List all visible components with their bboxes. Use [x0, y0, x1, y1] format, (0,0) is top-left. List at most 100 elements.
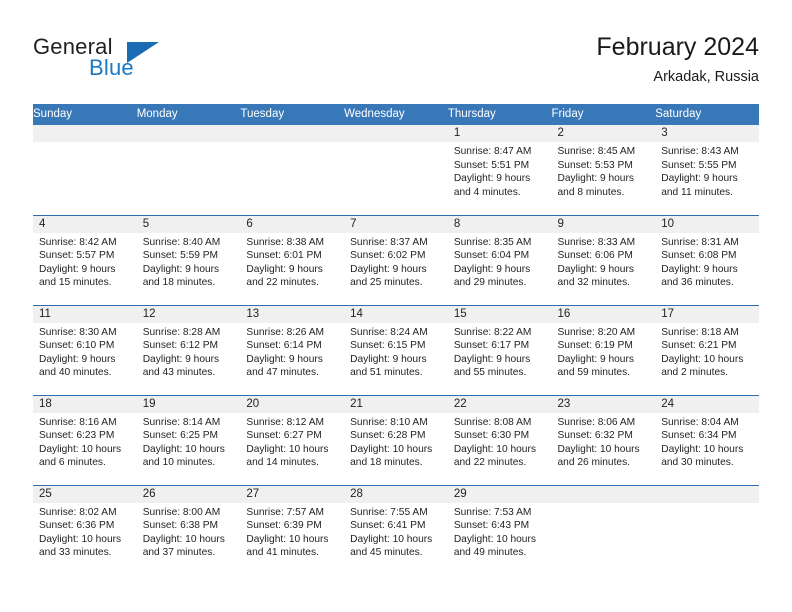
sunrise-time: Sunrise: 7:57 AM — [246, 506, 324, 518]
day-number: 11 — [33, 305, 137, 323]
calendar-day-cell[interactable]: 24 Sunrise: 8:04 AM Sunset: 6:34 PM Dayligh… — [655, 394, 759, 485]
weekday-header-tuesday: Tuesday — [240, 104, 345, 125]
calendar-day-cell[interactable]: 27 Sunrise: 7:57 AM Sunset: 6:39 PM Dayligh… — [240, 484, 345, 575]
calendar-day-cell[interactable]: 26 Sunrise: 8:00 AM Sunset: 6:38 PM Dayligh… — [136, 484, 241, 575]
daylight-duration-line2: and 15 minutes. — [39, 277, 112, 289]
daylight-duration-line1: Daylight: 9 hours — [39, 263, 116, 275]
sunset-time: Sunset: 6:04 PM — [453, 250, 530, 262]
calendar-day-cell[interactable]: 16 Sunrise: 8:20 AM Sunset: 6:19 PM Dayligh… — [551, 304, 656, 395]
calendar-day-cell[interactable]: 3 Sunrise: 8:43 AM Sunset: 5:55 PM Daylight… — [655, 125, 759, 215]
sunset-time: Sunset: 6:01 PM — [246, 250, 322, 262]
sunset-time: Sunset: 6:15 PM — [350, 340, 426, 352]
day-details: Sunrise: 8:04 AM Sunset: 6:34 PM Daylight:… — [655, 413, 759, 470]
daylight-duration-line1: Daylight: 9 hours — [39, 353, 116, 365]
calendar-day-cell[interactable]: 25 Sunrise: 8:02 AM Sunset: 6:36 PM Dayligh… — [33, 484, 137, 575]
calendar-day-cell[interactable]: 15 Sunrise: 8:22 AM Sunset: 6:17 PM Dayligh… — [447, 304, 552, 395]
sunset-time: Sunset: 6:38 PM — [142, 520, 219, 532]
day-number: 9 — [551, 215, 656, 233]
day-number: 6 — [240, 215, 345, 233]
day-details — [552, 503, 656, 506]
sunset-time: Sunset: 6:36 PM — [39, 520, 115, 532]
calendar-day-cell[interactable]: 23 Sunrise: 8:06 AM Sunset: 6:32 PM Dayligh… — [551, 394, 656, 485]
daylight-duration-line2: and 11 minutes. — [661, 186, 733, 198]
calendar-day-cell[interactable]: 10 Sunrise: 8:31 AM Sunset: 6:08 PM Dayligh… — [655, 214, 759, 305]
sunset-time: Sunset: 6:30 PM — [453, 430, 530, 442]
calendar-body: 1 Sunrise: 8:47 AM Sunset: 5:51 PM Daylight… — [33, 125, 759, 575]
general-blue-logo[interactable]: General Blue — [33, 34, 213, 90]
daylight-duration-line1: Daylight: 9 hours — [661, 263, 738, 275]
day-details: Sunrise: 8:45 AM Sunset: 5:53 PM Daylight:… — [552, 142, 656, 199]
calendar-day-cell[interactable]: 17 Sunrise: 8:18 AM Sunset: 6:21 PM Dayligh… — [655, 304, 759, 395]
sunset-time: Sunset: 6:25 PM — [142, 430, 219, 442]
sunrise-time: Sunrise: 8:26 AM — [246, 326, 324, 338]
calendar-day-cell[interactable]: 12 Sunrise: 8:28 AM Sunset: 6:12 PM Dayligh… — [136, 304, 241, 395]
calendar-day-cell[interactable]: 18 Sunrise: 8:16 AM Sunset: 6:23 PM Dayligh… — [33, 394, 137, 485]
calendar-day-cell[interactable]: 11 Sunrise: 8:30 AM Sunset: 6:10 PM Dayligh… — [33, 304, 137, 395]
daylight-duration-line1: Daylight: 10 hours — [39, 533, 122, 545]
sunrise-time: Sunrise: 8:06 AM — [557, 416, 636, 428]
sunrise-time: Sunrise: 8:16 AM — [39, 416, 117, 428]
calendar-day-cell[interactable]: 14 Sunrise: 8:24 AM Sunset: 6:15 PM Dayligh… — [344, 304, 448, 395]
daylight-duration-line1: Daylight: 10 hours — [661, 353, 744, 365]
calendar-day-cell[interactable]: 22 Sunrise: 8:08 AM Sunset: 6:30 PM Dayligh… — [447, 394, 552, 485]
daylight-duration-line1: Daylight: 9 hours — [350, 353, 427, 365]
calendar-day-cell[interactable]: 29 Sunrise: 7:53 AM Sunset: 6:43 PM Dayligh… — [447, 484, 552, 575]
day-details: Sunrise: 7:53 AM Sunset: 6:43 PM Daylight:… — [448, 503, 552, 560]
title-block: February 2024 Arkadak, Russia — [596, 30, 759, 88]
daylight-duration-line2: and 32 minutes. — [557, 277, 631, 289]
sunrise-time: Sunrise: 8:28 AM — [142, 326, 221, 338]
day-details — [655, 503, 759, 506]
weekday-header-wednesday: Wednesday — [344, 104, 448, 125]
sunset-time: Sunset: 6:12 PM — [142, 340, 219, 352]
calendar-day-cell[interactable]: 7 Sunrise: 8:37 AM Sunset: 6:02 PM Daylight… — [344, 214, 448, 305]
weekday-header-monday: Monday — [136, 104, 241, 125]
sunrise-time: Sunrise: 8:35 AM — [453, 236, 532, 248]
sunrise-time: Sunrise: 8:00 AM — [142, 506, 221, 518]
calendar-day-cell[interactable]: 21 Sunrise: 8:10 AM Sunset: 6:28 PM Dayligh… — [344, 394, 448, 485]
sunrise-time: Sunrise: 8:24 AM — [350, 326, 428, 338]
calendar-day-cell[interactable]: 8 Sunrise: 8:35 AM Sunset: 6:04 PM Daylight… — [447, 214, 552, 305]
day-details: Sunrise: 8:18 AM Sunset: 6:21 PM Daylight:… — [655, 323, 759, 380]
weekday-header-friday: Friday — [551, 104, 656, 125]
sunrise-time: Sunrise: 8:42 AM — [39, 236, 117, 248]
day-number: 10 — [655, 215, 759, 233]
calendar-day-cell[interactable]: 19 Sunrise: 8:14 AM Sunset: 6:25 PM Dayligh… — [136, 394, 241, 485]
sunrise-time: Sunrise: 8:37 AM — [350, 236, 428, 248]
calendar-day-cell[interactable]: 5 Sunrise: 8:40 AM Sunset: 5:59 PM Daylight… — [136, 214, 241, 305]
calendar-day-cell[interactable]: 6 Sunrise: 8:38 AM Sunset: 6:01 PM Daylight… — [240, 214, 345, 305]
day-number: 15 — [447, 305, 552, 323]
day-number — [136, 125, 241, 142]
day-details: Sunrise: 8:08 AM Sunset: 6:30 PM Daylight:… — [448, 413, 552, 470]
sunset-time: Sunset: 5:57 PM — [39, 250, 115, 262]
daylight-duration-line2: and 18 minutes. — [350, 457, 423, 469]
day-details: Sunrise: 8:02 AM Sunset: 6:36 PM Daylight:… — [33, 503, 137, 560]
calendar-day-cell[interactable]: 4 Sunrise: 8:42 AM Sunset: 5:57 PM Daylight… — [33, 214, 137, 305]
sunrise-sunset-calendar: Sunday Monday Tuesday Wednesday Thursday… — [33, 104, 759, 575]
sunrise-time: Sunrise: 8:43 AM — [661, 146, 739, 157]
day-number: 14 — [344, 305, 448, 323]
day-details: Sunrise: 8:10 AM Sunset: 6:28 PM Daylight:… — [344, 413, 448, 470]
location-subtitle: Arkadak, Russia — [653, 69, 759, 85]
daylight-duration-line1: Daylight: 9 hours — [246, 353, 323, 365]
daylight-duration-line1: Daylight: 10 hours — [453, 533, 536, 545]
calendar-day-cell[interactable]: 2 Sunrise: 8:45 AM Sunset: 5:53 PM Daylight… — [551, 125, 656, 215]
daylight-duration-line1: Daylight: 10 hours — [661, 443, 744, 455]
day-details: Sunrise: 8:20 AM Sunset: 6:19 PM Daylight:… — [552, 323, 656, 380]
day-number: 1 — [447, 125, 552, 142]
daylight-duration-line2: and 2 minutes. — [661, 367, 729, 379]
daylight-duration-line2: and 22 minutes. — [246, 277, 319, 289]
daylight-duration-line1: Daylight: 9 hours — [350, 263, 427, 275]
calendar-day-cell[interactable]: 9 Sunrise: 8:33 AM Sunset: 6:06 PM Daylight… — [551, 214, 656, 305]
day-number: 24 — [655, 395, 759, 413]
calendar-day-cell[interactable]: 1 Sunrise: 8:47 AM Sunset: 5:51 PM Daylight… — [447, 125, 552, 215]
calendar-day-cell[interactable]: 13 Sunrise: 8:26 AM Sunset: 6:14 PM Dayligh… — [240, 304, 345, 395]
calendar-bottom-rule — [33, 576, 759, 577]
calendar-week-row: 18 Sunrise: 8:16 AM Sunset: 6:23 PM Dayligh… — [33, 394, 759, 485]
calendar-day-cell[interactable]: 28 Sunrise: 7:55 AM Sunset: 6:41 PM Dayligh… — [344, 484, 448, 575]
daylight-duration-line2: and 22 minutes. — [453, 457, 527, 469]
daylight-duration-line2: and 10 minutes. — [142, 457, 216, 469]
calendar-day-cell[interactable]: 20 Sunrise: 8:12 AM Sunset: 6:27 PM Dayligh… — [240, 394, 345, 485]
day-details: Sunrise: 8:16 AM Sunset: 6:23 PM Daylight:… — [33, 413, 137, 470]
daylight-duration-line1: Daylight: 10 hours — [246, 533, 329, 545]
sunset-time: Sunset: 6:14 PM — [246, 340, 322, 352]
